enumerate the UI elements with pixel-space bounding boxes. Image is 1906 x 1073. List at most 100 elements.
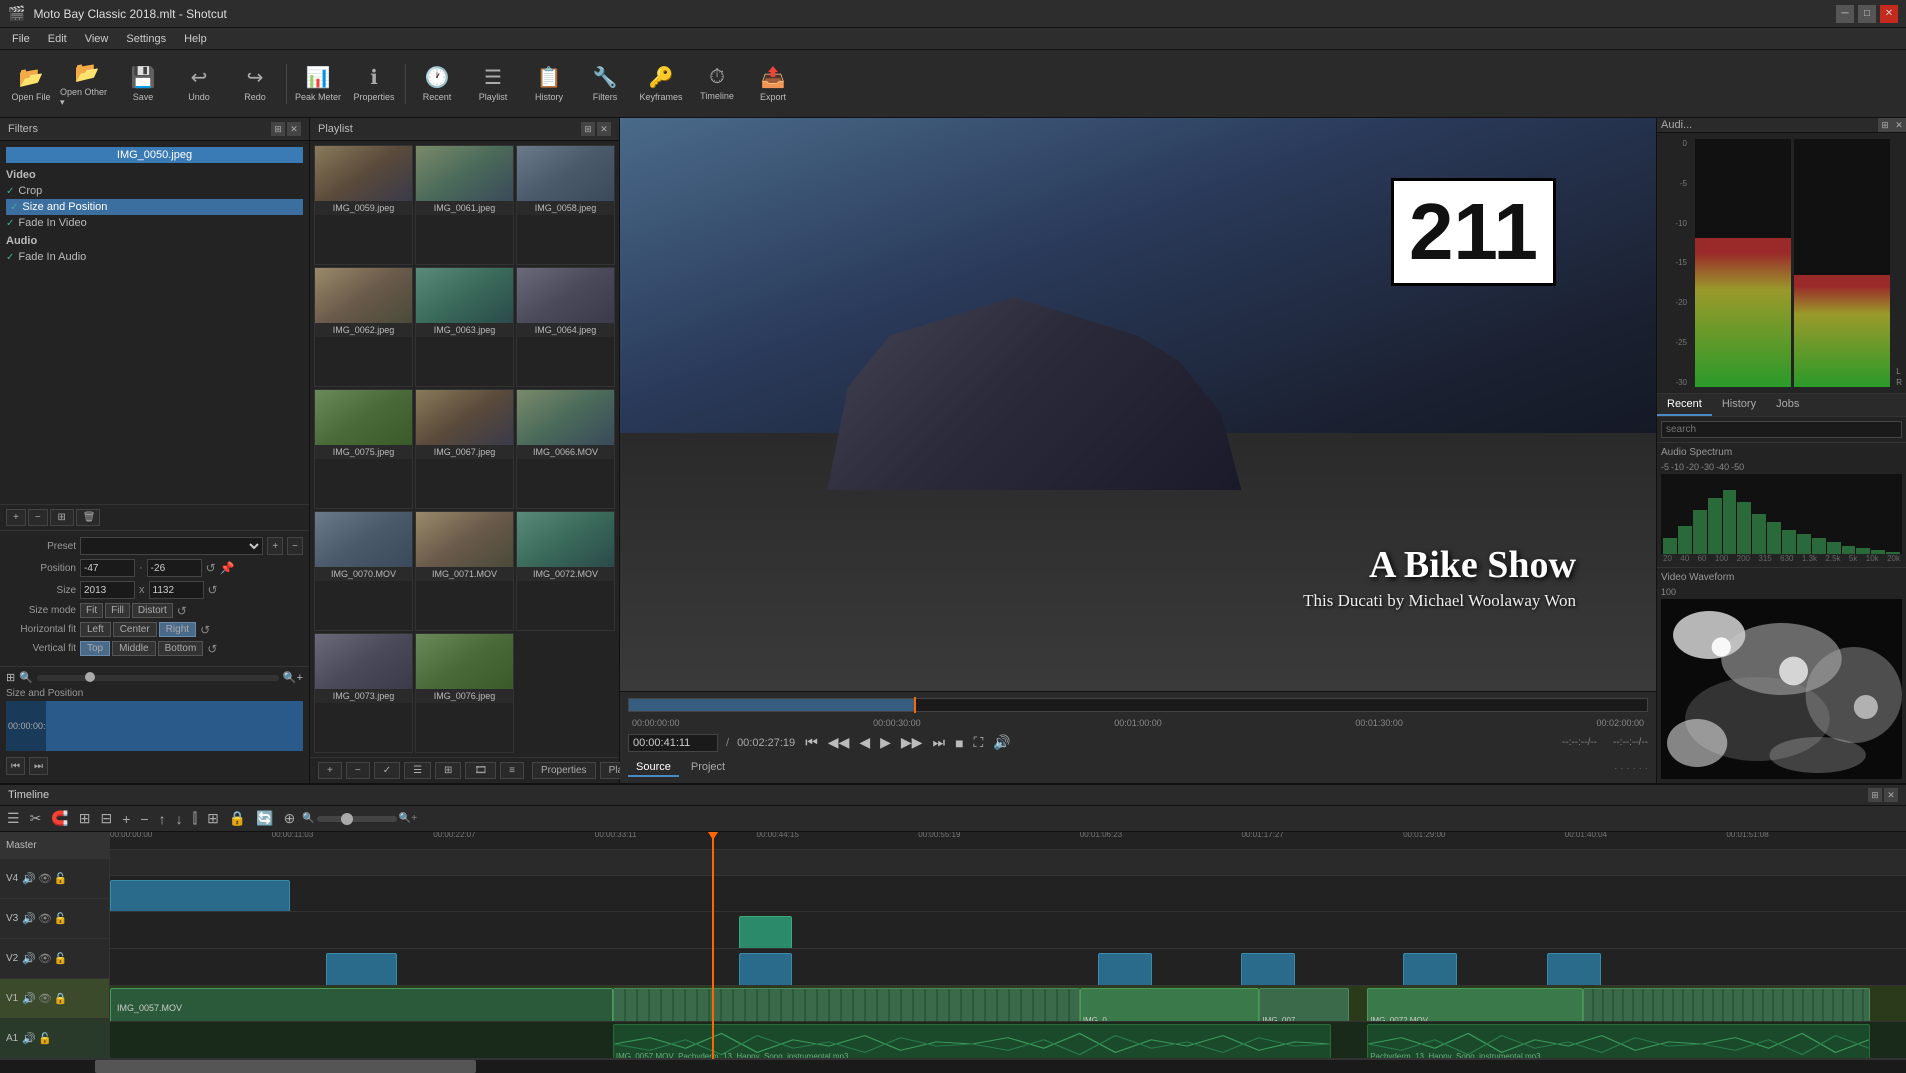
right-panel-close-button[interactable]: ✕ [1892,118,1906,132]
open-other-button[interactable]: 📂 Open Other ▾ [60,54,114,114]
playlist-item-6[interactable]: IMG_0075.jpeg [314,389,413,509]
horizontal-fit-reset-button[interactable]: ↺ [200,623,210,637]
v4-clip-1[interactable] [110,880,290,913]
timeline-button[interactable]: ⏱ Timeline [690,54,744,114]
playlist-item-11[interactable]: IMG_0072.MOV [516,511,615,631]
a1-clip-1[interactable]: IMG_0057.MOV_Pachyderm_13_Happy_Song_ins… [613,1024,1331,1059]
playlist-item-4[interactable]: IMG_0063.jpeg [415,267,514,387]
kf-prev-button[interactable]: ⏮ [6,757,25,775]
playlist-item-0[interactable]: IMG_0059.jpeg [314,145,413,265]
filter-copy-button[interactable]: ⊞ [50,509,74,526]
project-tab[interactable]: Project [683,759,733,777]
v1-clip-mid[interactable] [613,988,1080,1023]
transport-stop[interactable]: ■ [953,733,965,753]
playlist-film-view-button[interactable]: 🎞 [465,762,496,779]
tl-lock-button[interactable]: 🔒 [226,809,249,828]
filters-panel-close-button[interactable]: ✕ [287,122,301,136]
tl-overwrite-button[interactable]: ↓ [173,810,186,828]
undo-button[interactable]: ↩ Undo [172,54,226,114]
transport-fullscreen[interactable]: ⛶ [972,732,986,753]
tl-split-button[interactable]: ⫿ [190,809,200,828]
tl-lift-button[interactable]: ↑ [156,810,169,828]
size-mode-reset-button[interactable]: ↺ [177,604,187,618]
tl-loop-button[interactable]: 🔄 [253,809,276,828]
v4-audio-button[interactable]: 🔊 [22,872,36,885]
playlist-item-2[interactable]: IMG_0058.jpeg [516,145,615,265]
filters-panel-float-button[interactable]: ⊞ [271,122,285,136]
history-tab[interactable]: History [1712,394,1766,416]
right-panel-float-button[interactable]: ⊞ [1878,118,1892,132]
recent-tab[interactable]: Recent [1657,394,1712,416]
tl-ripple-button[interactable]: ⊞ [204,809,222,828]
scroll-thumb[interactable] [95,1060,476,1073]
size-w-input[interactable] [80,581,135,599]
timecode-current-input[interactable] [628,734,718,752]
menu-view[interactable]: View [77,31,117,47]
kf-next-button[interactable]: ⏭ [29,757,48,775]
properties-button[interactable]: ℹ Properties [347,54,401,114]
playlist-list-view-button[interactable]: ☰ [404,762,431,779]
v2-clip-6[interactable] [1547,953,1601,986]
v4-eye-button[interactable]: 👁 [38,872,52,885]
v3-lock-button[interactable]: 🔓 [54,912,68,925]
v2-clip-2[interactable] [739,953,793,986]
filter-remove-button[interactable]: − [28,509,48,526]
transport-step-back[interactable]: ◀ [857,732,872,753]
menu-help[interactable]: Help [176,31,215,47]
align-right-button[interactable]: Right [159,622,196,637]
preset-add-button[interactable]: + [267,537,283,555]
align-bottom-button[interactable]: Bottom [158,641,204,656]
transport-skip-start[interactable]: ⏮ [803,732,820,753]
playlist-check-button[interactable]: ✓ [374,762,400,779]
close-button[interactable]: ✕ [1880,5,1898,23]
keyframes-button[interactable]: 🔑 Keyframes [634,54,688,114]
minimize-button[interactable]: ─ [1836,5,1854,23]
position-y-input[interactable] [147,559,202,577]
timeline-float-button[interactable]: ⊞ [1868,788,1882,802]
filter-size-position[interactable]: ✓ Size and Position [6,199,303,215]
transport-skip-end[interactable]: ⏭ [930,732,947,753]
maximize-button[interactable]: □ [1858,5,1876,23]
preset-select[interactable] [80,537,263,555]
v2-clip-4[interactable] [1241,953,1295,986]
size-h-input[interactable] [149,581,204,599]
playlist-add-button[interactable]: + [318,762,342,779]
timeline-close-button[interactable]: ✕ [1884,788,1898,802]
playlist-properties-button[interactable]: Properties [532,762,596,779]
v2-eye-button[interactable]: 👁 [38,952,52,965]
preview-timeline-bar[interactable] [628,698,1648,712]
menu-file[interactable]: File [4,31,38,47]
open-file-button[interactable]: 📂 Open File [4,54,58,114]
tl-remove-button[interactable]: − [137,810,151,828]
v2-clip-3[interactable] [1098,953,1152,986]
filter-fade-in-video[interactable]: ✓ Fade In Video [6,215,303,231]
playlist-item-13[interactable]: IMG_0076.jpeg [415,633,514,753]
save-button[interactable]: 💾 Save [116,54,170,114]
position-x-input[interactable] [80,559,135,577]
playlist-panel-close-button[interactable]: ✕ [597,122,611,136]
playlist-item-1[interactable]: IMG_0061.jpeg [415,145,514,265]
position-reset-button[interactable]: ↺ [206,561,216,575]
transport-prev-frame[interactable]: ◀◀ [826,732,852,753]
v3-audio-button[interactable]: 🔊 [22,912,36,925]
tl-razor-button[interactable]: ✂ [27,809,45,828]
transport-play[interactable]: ▶ [878,732,893,753]
playlist-item-7[interactable]: IMG_0067.jpeg [415,389,514,509]
tl-track-button[interactable]: ⊟ [97,809,115,828]
playlist-item-9[interactable]: IMG_0070.MOV [314,511,413,631]
tl-add-button[interactable]: + [119,810,133,828]
vertical-fit-reset-button[interactable]: ↺ [207,642,217,656]
playlist-item-12[interactable]: IMG_0073.jpeg [314,633,413,753]
transport-volume[interactable]: 🔊 [991,732,1012,753]
v1-clip-007[interactable]: IMG_007 [1259,988,1349,1023]
fill-button[interactable]: Fill [105,603,130,618]
playlist-item-10[interactable]: IMG_0071.MOV [415,511,514,631]
align-left-button[interactable]: Left [80,622,111,637]
align-middle-button[interactable]: Middle [112,641,155,656]
v1-lock-button[interactable]: 🔒 [54,992,68,1005]
playlist-item-3[interactable]: IMG_0062.jpeg [314,267,413,387]
fit-button[interactable]: Fit [80,603,103,618]
menu-settings[interactable]: Settings [118,31,174,47]
v1-clip-end[interactable] [1583,988,1870,1023]
v2-lock-button[interactable]: 🔓 [54,952,68,965]
